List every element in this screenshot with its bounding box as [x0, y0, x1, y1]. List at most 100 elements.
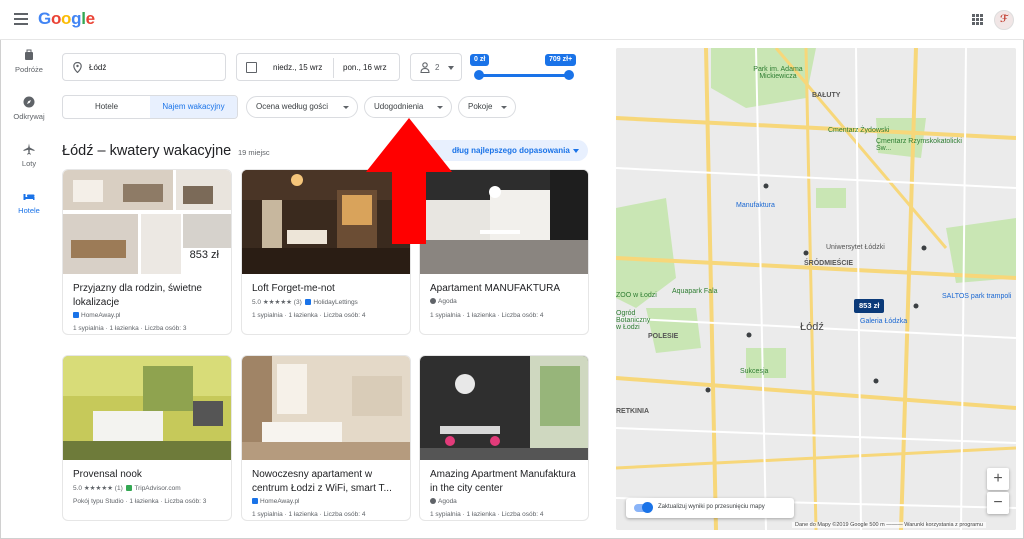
logo-letter: G — [38, 9, 51, 28]
map-label: POLESIE — [648, 333, 679, 340]
chevron-down-icon — [343, 106, 349, 109]
listing-title[interactable]: Przyjazny dla rodzin, świetne lokalizacj… — [73, 282, 227, 310]
red-arrow-annotation — [366, 118, 452, 244]
tab-najem-wakacyjny[interactable]: Najem wakacyjny — [150, 96, 237, 118]
update-on-move-toggle[interactable]: Zaktualizuj wyniki po przesunięciu mapy — [626, 498, 794, 518]
chip-label: Pokoje — [468, 102, 493, 111]
results-map[interactable]: BAŁUTY Park im. Adama Mickiewicza Cmenta… — [616, 48, 1016, 530]
rating-text: 5.0 ★★★★★ (3) — [252, 299, 302, 306]
chevron-down-icon — [448, 66, 454, 70]
tripadvisor-icon — [126, 485, 133, 491]
agoda-icon — [430, 298, 436, 304]
listing-title[interactable]: Loft Forget-me-not — [252, 282, 406, 296]
date-separator — [333, 58, 334, 78]
price-slider-track[interactable] — [478, 74, 570, 77]
toggle-label: Zaktualizuj wyniki po przesunięciu mapy — [658, 504, 765, 510]
listing-photo — [420, 356, 588, 460]
logo-letter: o — [61, 9, 72, 28]
checkout-date[interactable]: pon., 16 wrz — [343, 63, 387, 72]
listing-source: HomeAway.pl — [73, 312, 121, 319]
rail-label: Loty — [21, 159, 37, 168]
listing-title[interactable]: Apartament MANUFAKTURA — [430, 282, 584, 296]
location-field[interactable]: Łódź — [62, 53, 226, 81]
holidaylettings-icon — [305, 299, 312, 305]
source-label: HomeAway.pl — [81, 312, 121, 319]
map-label: ŚRÓDMIEŚCIE — [804, 260, 854, 267]
rail-label: Podróże — [15, 65, 43, 74]
rail-item-podroze[interactable]: Podróże — [0, 49, 58, 74]
price-slider-min-handle[interactable] — [474, 70, 484, 80]
listing-source: Agoda — [430, 498, 457, 505]
map-label: Ogród Botaniczny w Łodzi — [616, 310, 651, 331]
price-slider-max-handle[interactable] — [564, 70, 574, 80]
chevron-down-icon — [501, 106, 507, 109]
location-value: Łódź — [89, 63, 107, 72]
listing-title[interactable]: Nowoczesny apartament w centrum Łodzi z … — [252, 468, 406, 496]
rail-item-hotele[interactable]: Hotele — [0, 190, 58, 215]
hamburger-menu-icon[interactable] — [14, 13, 28, 25]
price-min-label: 0 zł — [470, 54, 490, 66]
results-heading: Łódź – kwatery wakacyjne — [62, 143, 232, 159]
listing-details: 1 sypialnia · 1 łazienka · Liczba osób: … — [252, 312, 366, 319]
zoom-in-button[interactable]: + — [987, 468, 1009, 490]
compass-icon — [23, 96, 35, 108]
map-label: Galeria Łódzka — [860, 318, 908, 325]
source-label: TripAdvisor.com — [134, 485, 181, 492]
listing-title[interactable]: Provensal nook — [73, 468, 227, 482]
source-label: Agoda — [438, 298, 457, 305]
date-range-field[interactable]: niedz., 15 wrz pon., 16 wrz — [236, 53, 400, 81]
zoom-out-button[interactable]: − — [987, 492, 1009, 514]
chip-label: Udogodnienia — [374, 102, 424, 111]
top-app-bar: Google ℱ — [0, 0, 1024, 40]
rail-label: Odkrywaj — [13, 112, 45, 121]
map-label: BAŁUTY — [812, 92, 841, 99]
map-attribution: Dane do Mapy ©2019 Google 500 m ——— Waru… — [792, 522, 986, 528]
logo-letter: o — [50, 9, 62, 28]
calendar-icon — [246, 62, 257, 73]
listing-price: 853 zł — [187, 248, 221, 262]
rail-item-odkrywaj[interactable]: Odkrywaj — [0, 96, 58, 121]
price-max-label: 709 zł+ — [545, 54, 577, 66]
google-logo[interactable]: Google — [38, 9, 95, 29]
listing-title[interactable]: Amazing Apartment Manufaktura in the cit… — [430, 468, 584, 496]
map-label: Uniwersytet Łódzki — [826, 244, 885, 251]
listing-card[interactable]: Provensal nook 5.0 ★★★★★ (1) TripAdvisor… — [62, 355, 232, 521]
listing-details: Pokój typu Studio · 1 łazienka · Liczba … — [73, 498, 207, 505]
listing-card[interactable]: Nowoczesny apartament w centrum Łodzi z … — [241, 355, 411, 521]
location-pin-icon — [73, 62, 82, 73]
filter-chip-amenities[interactable]: Udogodnienia — [364, 96, 452, 118]
toggle-switch[interactable] — [634, 502, 653, 513]
listing-source: HomeAway.pl — [252, 498, 300, 505]
source-label: Agoda — [438, 498, 457, 505]
rail-label: Hotele — [18, 206, 40, 215]
logo-letter: g — [71, 9, 82, 28]
map-price-pin[interactable]: 853 zł — [854, 299, 885, 313]
listing-photo — [242, 356, 410, 460]
map-label: Manufaktura — [736, 202, 775, 209]
results-count: 19 miejsc — [238, 148, 270, 157]
checkin-date[interactable]: niedz., 15 wrz — [273, 63, 322, 72]
filter-chip-rooms[interactable]: Pokoje — [458, 96, 516, 118]
map-label: Cmentarz Żydowski — [828, 127, 890, 134]
map-label: Aquapark Fala — [672, 288, 718, 295]
listing-details: 1 sypialnia · 1 łazienka · Liczba osób: … — [430, 511, 544, 518]
plane-icon — [23, 143, 35, 155]
listing-card[interactable]: 853 zł Przyjazny dla rodzin, świetne lok… — [62, 169, 232, 335]
listing-photo — [63, 356, 231, 460]
agoda-icon — [430, 498, 436, 504]
listing-card[interactable]: Amazing Apartment Manufaktura in the cit… — [419, 355, 589, 521]
account-avatar[interactable]: ℱ — [994, 10, 1014, 30]
tab-hotele[interactable]: Hotele — [63, 96, 150, 118]
listing-details: 1 sypialnia · 1 łazienka · Liczba osób: … — [430, 312, 544, 319]
listing-details: 1 sypialnia · 1 łazienka · Liczba osób: … — [252, 511, 366, 518]
rating-text: 5.0 ★★★★★ (1) — [73, 485, 123, 492]
guests-selector[interactable]: 2 — [410, 53, 462, 81]
rail-item-loty[interactable]: Loty — [0, 143, 58, 168]
homeaway-icon — [252, 498, 258, 504]
listing-rating: 5.0 ★★★★★ (3) HolidayLettings — [252, 298, 358, 306]
filter-chip-rating[interactable]: Ocena według gości — [246, 96, 358, 118]
apps-grid-icon[interactable] — [972, 14, 983, 25]
map-label: Sukcesja — [740, 368, 769, 375]
map-city-label: Łódź — [800, 321, 824, 333]
listing-source: Agoda — [430, 298, 457, 305]
